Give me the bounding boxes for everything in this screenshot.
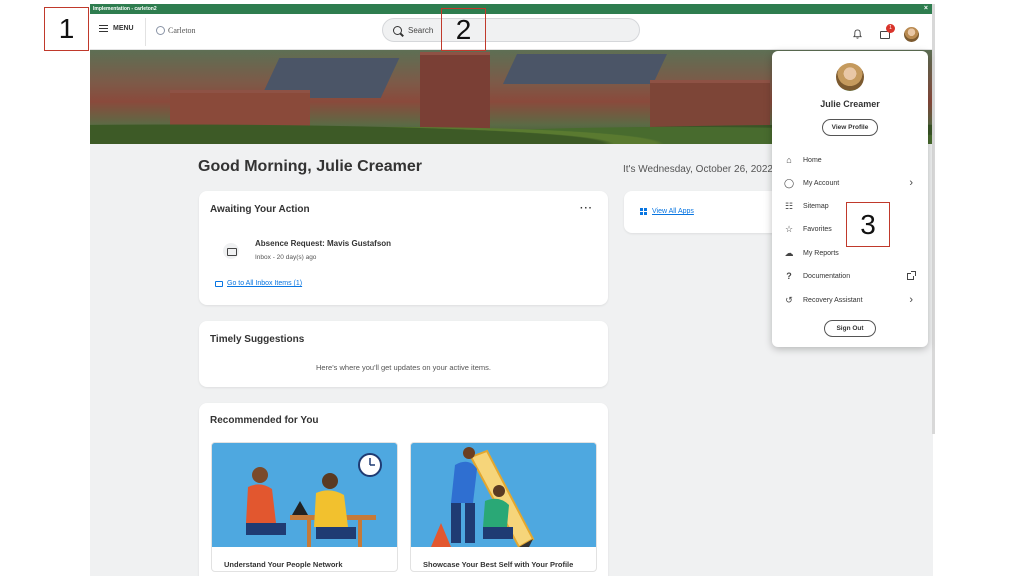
sitemap-icon: ☷ (784, 200, 794, 211)
recommended-card: Recommended for You Understand Your Peop… (199, 403, 608, 576)
hamburger-icon (99, 25, 108, 32)
menu-item-home[interactable]: ⌂ Home (772, 150, 928, 170)
menu-item-recovery-assistant[interactable]: ↺ Recovery Assistant › (772, 290, 928, 310)
inbox-link-icon (215, 280, 223, 287)
profile-menu-avatar (836, 63, 864, 91)
view-all-apps-link[interactable]: View All Apps (640, 208, 694, 215)
awaiting-action-card: Awaiting Your Action ··· Absence Request… (199, 191, 608, 305)
apps-card: View All Apps (624, 191, 784, 233)
menu-item-label: Sitemap (803, 202, 829, 210)
menu-item-label: Documentation (803, 272, 851, 280)
card-title: Recommended for You (210, 415, 319, 426)
page-title: Good Morning, Julie Creamer (198, 158, 423, 175)
recommendation-people-network[interactable]: Understand Your People Network (211, 442, 398, 572)
search-placeholder: Search (408, 25, 434, 35)
divider (145, 18, 146, 46)
view-profile-button[interactable]: View Profile (822, 119, 878, 136)
chevron-right-icon: › (909, 294, 913, 306)
menu-button[interactable]: MENU (99, 25, 134, 32)
person-icon: ◯ (783, 177, 795, 188)
carleton-logo[interactable]: Carleton (156, 26, 196, 35)
home-icon: ⌂ (786, 155, 792, 165)
callout-3: 3 (846, 202, 890, 247)
date-text: It's Wednesday, October 26, 2022 (623, 164, 773, 175)
question-icon: ? (786, 271, 792, 281)
page-scrollbar[interactable] (932, 4, 935, 434)
suggestions-empty-text: Here's where you'll get updates on your … (315, 363, 492, 372)
menu-item-label: My Reports (803, 249, 839, 257)
task-subtitle: Inbox - 20 day(s) ago (255, 254, 317, 261)
menu-item-my-account[interactable]: ◯ My Account › (772, 173, 928, 193)
close-icon[interactable]: × (924, 4, 928, 14)
chevron-right-icon: › (909, 177, 913, 189)
star-icon: ☆ (784, 223, 794, 234)
callout-2: 2 (441, 8, 486, 51)
menu-item-documentation[interactable]: ? Documentation (772, 266, 928, 286)
card-title: Timely Suggestions (210, 334, 305, 345)
inbox-link-label: Go to All Inbox Items (1) (227, 280, 303, 287)
cloud-icon: ☁ (784, 247, 794, 258)
apps-link-label: View All Apps (652, 208, 694, 215)
recommendation-label: Showcase Your Best Self with Your Profil… (423, 560, 574, 569)
history-icon: ↺ (785, 294, 793, 305)
inbox-tray-icon (223, 243, 239, 259)
callout-1: 1 (44, 7, 89, 51)
logo-text: Carleton (168, 26, 196, 35)
profile-avatar[interactable] (904, 27, 919, 42)
recommendation-label: Understand Your People Network (224, 560, 343, 569)
profile-illustration (411, 443, 596, 547)
sign-out-button[interactable]: Sign Out (824, 320, 876, 337)
hero-roof (503, 54, 667, 84)
external-link-icon (907, 270, 916, 280)
profile-menu: Julie Creamer View Profile ⌂ Home ◯ My A… (772, 51, 928, 347)
apps-grid-icon (640, 208, 647, 215)
people-network-illustration (212, 443, 397, 547)
menu-label: MENU (113, 25, 134, 32)
task-title[interactable]: Absence Request: Mavis Gustafson (255, 239, 391, 248)
user-name: Julie Creamer (820, 99, 880, 109)
bell-icon[interactable] (853, 29, 862, 39)
timely-suggestions-card: Timely Suggestions Here's where you'll g… (199, 321, 608, 387)
environment-bar: Implementation - carleton2 × (90, 4, 933, 14)
inbox-items-link[interactable]: Go to All Inbox Items (1) (215, 280, 302, 287)
more-options-button[interactable]: ··· (580, 203, 593, 214)
menu-item-label: Home (803, 156, 822, 164)
top-navigation: MENU Carleton Search 1 (90, 14, 933, 50)
search-input[interactable]: Search (382, 18, 640, 42)
recommendation-profile[interactable]: Showcase Your Best Self with Your Profil… (410, 442, 597, 572)
logo-mark-icon (156, 26, 165, 35)
inbox-badge: 1 (886, 24, 895, 33)
menu-item-label: Recovery Assistant (803, 296, 863, 304)
menu-item-label: My Account (803, 179, 840, 187)
menu-item-label: Favorites (803, 225, 832, 233)
card-title: Awaiting Your Action (210, 204, 310, 215)
environment-title: Implementation - carleton2 (93, 6, 157, 12)
search-icon (393, 25, 402, 35)
